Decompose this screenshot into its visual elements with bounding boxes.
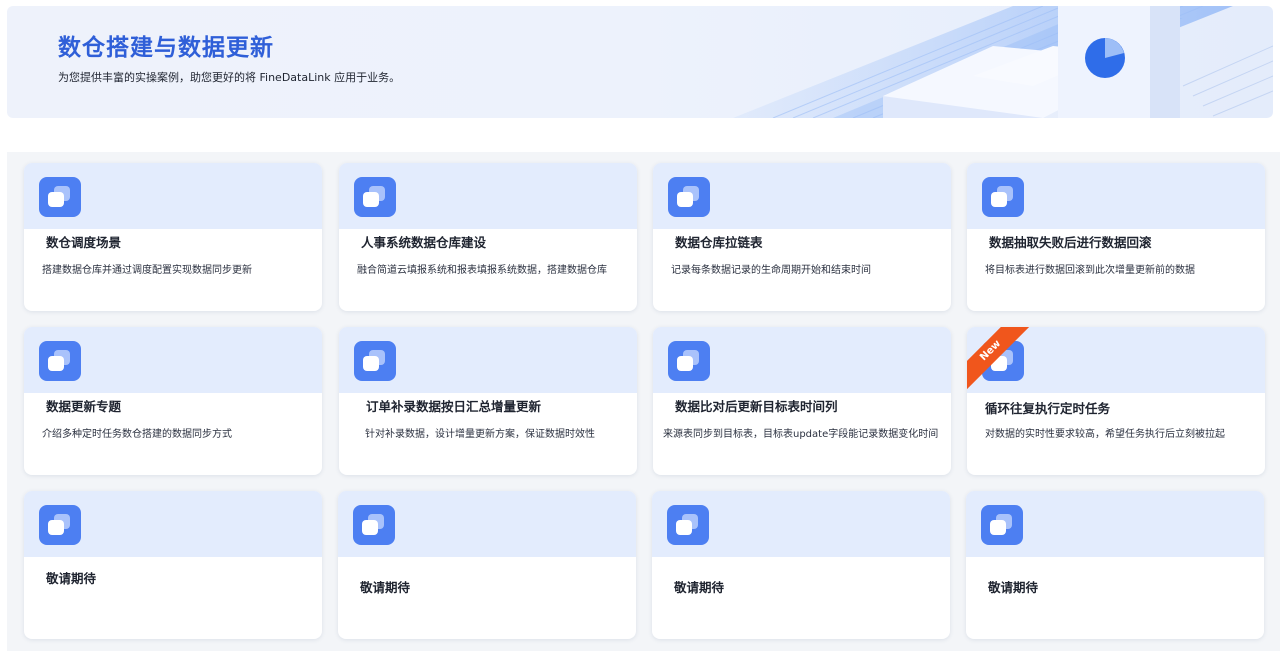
card-title: 人事系统数据仓库建设 [361, 235, 487, 250]
page-subtitle: 为您提供丰富的实操案例，助您更好的将 FineDataLink 应用于业务。 [58, 71, 401, 84]
case-card[interactable]: 数仓调度场景 搭建数据仓库并通过调度配置实现数据同步更新 [24, 163, 322, 311]
stacked-squares-icon [39, 505, 81, 545]
card-description: 对数据的实时性要求较高，希望任务执行后立刻被拉起 [985, 429, 1225, 440]
case-card[interactable]: 敬请期待 [338, 491, 636, 639]
card-title: 数仓调度场景 [46, 235, 122, 250]
case-card[interactable]: 敬请期待 [652, 491, 950, 639]
card-title: 数据抽取失败后进行数据回滚 [989, 235, 1152, 250]
card-title: 敬请期待 [988, 580, 1039, 595]
card-title: 循环往复执行定时任务 [985, 401, 1111, 416]
stacked-squares-icon [668, 341, 710, 381]
stacked-squares-icon [668, 177, 710, 217]
stacked-squares-icon [39, 177, 81, 217]
card-title: 订单补录数据按日汇总增量更新 [366, 399, 542, 414]
case-card[interactable]: 敬请期待 [966, 491, 1264, 639]
card-description: 搭建数据仓库并通过调度配置实现数据同步更新 [42, 265, 252, 276]
stacked-squares-icon [667, 505, 709, 545]
card-description: 将目标表进行数据回滚到此次增量更新前的数据 [985, 265, 1195, 276]
case-card[interactable]: 数据仓库拉链表 记录每条数据记录的生命周期开始和结束时间 [653, 163, 951, 311]
new-badge: New [967, 327, 1031, 391]
card-title: 数据更新专题 [46, 399, 122, 414]
card-title: 敬请期待 [360, 580, 411, 595]
case-card[interactable]: 敬请期待 [24, 491, 322, 639]
card-description: 来源表同步到目标表，目标表update字段能记录数据变化时间 [663, 429, 939, 440]
stacked-squares-icon [982, 177, 1024, 217]
card-title: 敬请期待 [46, 571, 97, 586]
new-badge-label: New [967, 327, 1031, 391]
hero-banner: 数仓搭建与数据更新 为您提供丰富的实操案例，助您更好的将 FineDataLin… [7, 6, 1273, 118]
stacked-squares-icon [981, 505, 1023, 545]
case-card[interactable]: 数据更新专题 介绍多种定时任务数仓搭建的数据同步方式 [24, 327, 322, 475]
card-title: 数据仓库拉链表 [675, 235, 763, 250]
stacked-squares-icon [354, 177, 396, 217]
card-description: 针对补录数据，设计增量更新方案，保证数据时效性 [365, 429, 595, 440]
card-title: 数据比对后更新目标表时间列 [675, 399, 838, 414]
card-description: 介绍多种定时任务数仓搭建的数据同步方式 [42, 429, 232, 440]
banner-illustration [733, 6, 1273, 118]
case-grid: 数仓调度场景 搭建数据仓库并通过调度配置实现数据同步更新 人事系统数据仓库建设 … [7, 152, 1280, 651]
case-card[interactable]: 订单补录数据按日汇总增量更新 针对补录数据，设计增量更新方案，保证数据时效性 [339, 327, 637, 475]
stacked-squares-icon [353, 505, 395, 545]
stacked-squares-icon [39, 341, 81, 381]
stacked-squares-icon [354, 341, 396, 381]
case-card[interactable]: 数据抽取失败后进行数据回滚 将目标表进行数据回滚到此次增量更新前的数据 [967, 163, 1265, 311]
card-description: 融合简道云填报系统和报表填报系统数据，搭建数据仓库 [357, 265, 607, 276]
card-title: 敬请期待 [674, 580, 725, 595]
case-card[interactable]: 人事系统数据仓库建设 融合简道云填报系统和报表填报系统数据，搭建数据仓库 [339, 163, 637, 311]
case-card[interactable]: 数据比对后更新目标表时间列 来源表同步到目标表，目标表update字段能记录数据… [653, 327, 951, 475]
page-title: 数仓搭建与数据更新 [58, 35, 274, 61]
case-card[interactable]: New 循环往复执行定时任务 对数据的实时性要求较高，希望任务执行后立刻被拉起 [967, 327, 1265, 475]
card-description: 记录每条数据记录的生命周期开始和结束时间 [671, 265, 871, 276]
